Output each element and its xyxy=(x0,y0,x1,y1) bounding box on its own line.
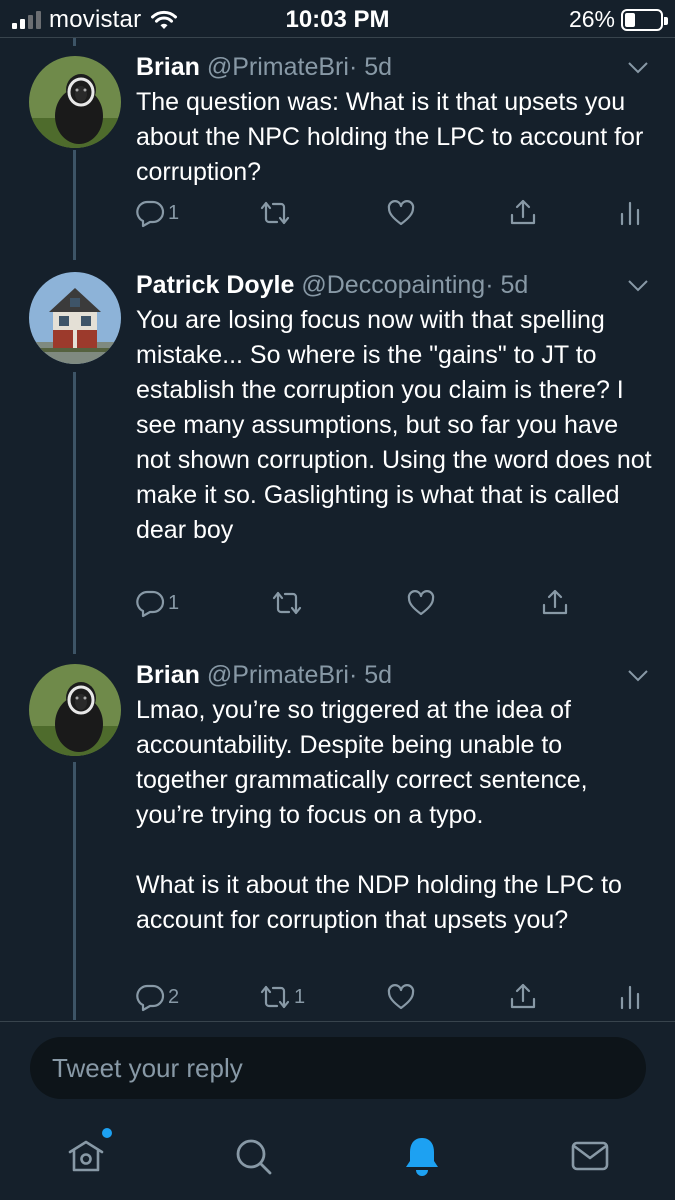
tab-notifications[interactable] xyxy=(400,1134,444,1178)
tweet-time: · 5d xyxy=(348,661,393,689)
analytics-icon xyxy=(620,201,640,226)
reply-count: 1 xyxy=(168,201,180,224)
search-icon xyxy=(236,1139,272,1175)
retweet-button[interactable]: 1 xyxy=(258,982,305,1012)
tweet-header: Brian @PrimateBri· 5d xyxy=(136,52,392,82)
like-button[interactable] xyxy=(386,982,416,1012)
thread-connector xyxy=(73,38,76,46)
retweet-button[interactable] xyxy=(270,588,306,618)
tweet[interactable]: Patrick Doyle @Deccopainting· 5d You are… xyxy=(0,270,675,640)
notifications-icon xyxy=(406,1138,438,1176)
share-icon xyxy=(542,589,568,615)
share-button[interactable] xyxy=(508,982,538,1012)
analytics-icon xyxy=(620,985,640,1010)
reply-input[interactable]: Tweet your reply xyxy=(30,1037,646,1099)
user-avatar[interactable] xyxy=(29,56,121,148)
tweet-text: The question was: What is it that upsets… xyxy=(136,88,644,186)
reply-placeholder: Tweet your reply xyxy=(52,1053,243,1083)
reply-button[interactable]: 1 xyxy=(136,588,179,618)
display-name[interactable]: Brian xyxy=(136,661,200,689)
reply-icon xyxy=(136,200,165,228)
tweet-actions: 2 1 xyxy=(136,982,656,1022)
tweet[interactable]: Brian @PrimateBri· 5d Lmao, you’re so tr… xyxy=(0,660,675,1020)
display-name[interactable]: Patrick Doyle xyxy=(136,271,294,299)
display-name[interactable]: Brian xyxy=(136,53,200,81)
tweet-header: Brian @PrimateBri· 5d xyxy=(136,660,392,690)
retweet-icon xyxy=(272,591,302,615)
reply-icon xyxy=(136,984,165,1012)
tab-bar xyxy=(0,1120,675,1200)
retweet-count: 1 xyxy=(294,985,306,1008)
user-avatar[interactable] xyxy=(29,664,121,756)
like-button[interactable] xyxy=(406,588,436,618)
share-icon xyxy=(510,983,536,1009)
retweet-icon xyxy=(260,985,290,1009)
share-button[interactable] xyxy=(508,198,538,228)
tweet-text: You are losing focus now with that spell… xyxy=(136,306,652,544)
battery-icon xyxy=(621,8,668,31)
reply-count: 2 xyxy=(168,985,180,1008)
share-icon xyxy=(510,199,536,225)
heart-icon xyxy=(387,200,415,226)
gibbon-avatar-icon xyxy=(29,664,121,756)
reply-icon xyxy=(136,590,165,618)
tab-search[interactable] xyxy=(232,1134,276,1178)
chevron-down-icon[interactable] xyxy=(627,279,649,293)
tab-messages[interactable] xyxy=(568,1134,612,1178)
status-bar: movistar 10:03 PM 26% xyxy=(0,0,675,38)
user-handle[interactable]: @PrimateBri xyxy=(207,661,349,689)
tab-home[interactable] xyxy=(64,1128,112,1178)
heart-icon xyxy=(407,590,435,616)
house-avatar-icon xyxy=(29,272,121,364)
tweet-thread-screen: movistar 10:03 PM 26% Brian @PrimateBri·… xyxy=(0,0,675,1200)
home-icon xyxy=(68,1140,104,1172)
reply-button[interactable]: 1 xyxy=(136,198,179,228)
user-avatar[interactable] xyxy=(29,272,121,364)
tweet-text: Lmao, you’re so triggered at the idea of… xyxy=(136,696,622,934)
retweet-icon xyxy=(260,201,290,225)
tweet-time: · 5d xyxy=(348,53,393,81)
analytics-button[interactable] xyxy=(618,982,642,1012)
divider xyxy=(0,1021,675,1022)
like-button[interactable] xyxy=(386,198,416,228)
share-button[interactable] xyxy=(540,588,570,618)
reply-button[interactable]: 2 xyxy=(136,982,179,1012)
tweet[interactable]: Brian @PrimateBri· 5d The question was: … xyxy=(0,52,675,252)
tweet-header: Patrick Doyle @Deccopainting· 5d xyxy=(136,270,528,300)
tweet-time: · 5d xyxy=(485,271,529,299)
notification-dot xyxy=(102,1128,112,1138)
battery-indicator: 26% xyxy=(568,6,668,33)
tweet-actions: 1 xyxy=(136,588,656,628)
user-handle[interactable]: @Deccopainting xyxy=(301,271,485,299)
chevron-down-icon[interactable] xyxy=(627,61,649,75)
gibbon-avatar-icon xyxy=(29,56,121,148)
messages-icon xyxy=(571,1141,609,1171)
analytics-button[interactable] xyxy=(618,198,642,228)
reply-count: 1 xyxy=(168,591,180,614)
tweet-actions: 1 xyxy=(136,198,656,238)
divider xyxy=(0,37,675,38)
user-handle[interactable]: @PrimateBri xyxy=(207,53,349,81)
chevron-down-icon[interactable] xyxy=(627,669,649,683)
heart-icon xyxy=(387,984,415,1010)
retweet-button[interactable] xyxy=(258,198,294,228)
battery-percent: 26% xyxy=(568,6,615,32)
